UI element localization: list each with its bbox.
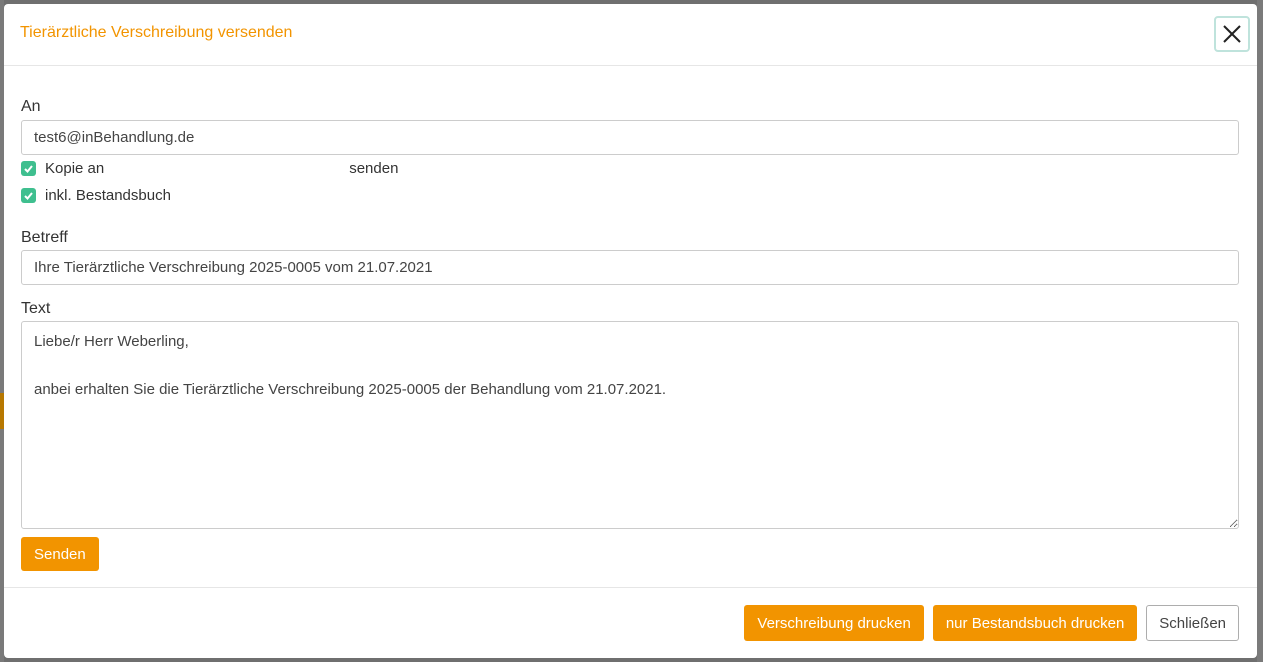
- message-textarea[interactable]: Liebe/r Herr Weberling, anbei erhalten S…: [21, 321, 1239, 529]
- copy-checkbox-row[interactable]: Kopie an senden: [21, 158, 398, 178]
- include-book-checkbox[interactable]: [21, 187, 36, 203]
- close-dialog-button[interactable]: Schließen: [1146, 605, 1239, 641]
- checkmark-icon: [24, 191, 33, 200]
- send-button[interactable]: Senden: [21, 537, 99, 571]
- close-icon: [1223, 25, 1241, 43]
- dialog-footer: Verschreibung drucken nur Bestandsbuch d…: [4, 587, 1257, 658]
- dialog-title: Tierärztliche Verschreibung versenden: [20, 24, 293, 41]
- text-label: Text: [21, 300, 51, 317]
- send-prescription-dialog: Tierärztliche Verschreibung versenden An…: [4, 4, 1257, 658]
- print-prescription-button[interactable]: Verschreibung drucken: [744, 605, 924, 641]
- copy-label-prefix: Kopie an: [45, 159, 105, 177]
- print-stock-book-button[interactable]: nur Bestandsbuch drucken: [932, 605, 1138, 641]
- copy-checkbox[interactable]: [21, 160, 36, 176]
- copy-label-suffix: senden: [349, 159, 399, 177]
- include-book-label: inkl. Bestandsbuch: [45, 186, 171, 204]
- close-button[interactable]: [1214, 16, 1250, 52]
- background-page-edge-right: [1257, 0, 1263, 662]
- subject-input[interactable]: [21, 250, 1239, 285]
- dialog-header: Tierärztliche Verschreibung versenden: [4, 4, 1257, 66]
- checkmark-icon: [24, 164, 33, 173]
- to-email-input[interactable]: [21, 120, 1239, 155]
- subject-label: Betreff: [21, 229, 68, 246]
- include-book-checkbox-row[interactable]: inkl. Bestandsbuch: [21, 185, 171, 205]
- to-label: An: [21, 98, 41, 115]
